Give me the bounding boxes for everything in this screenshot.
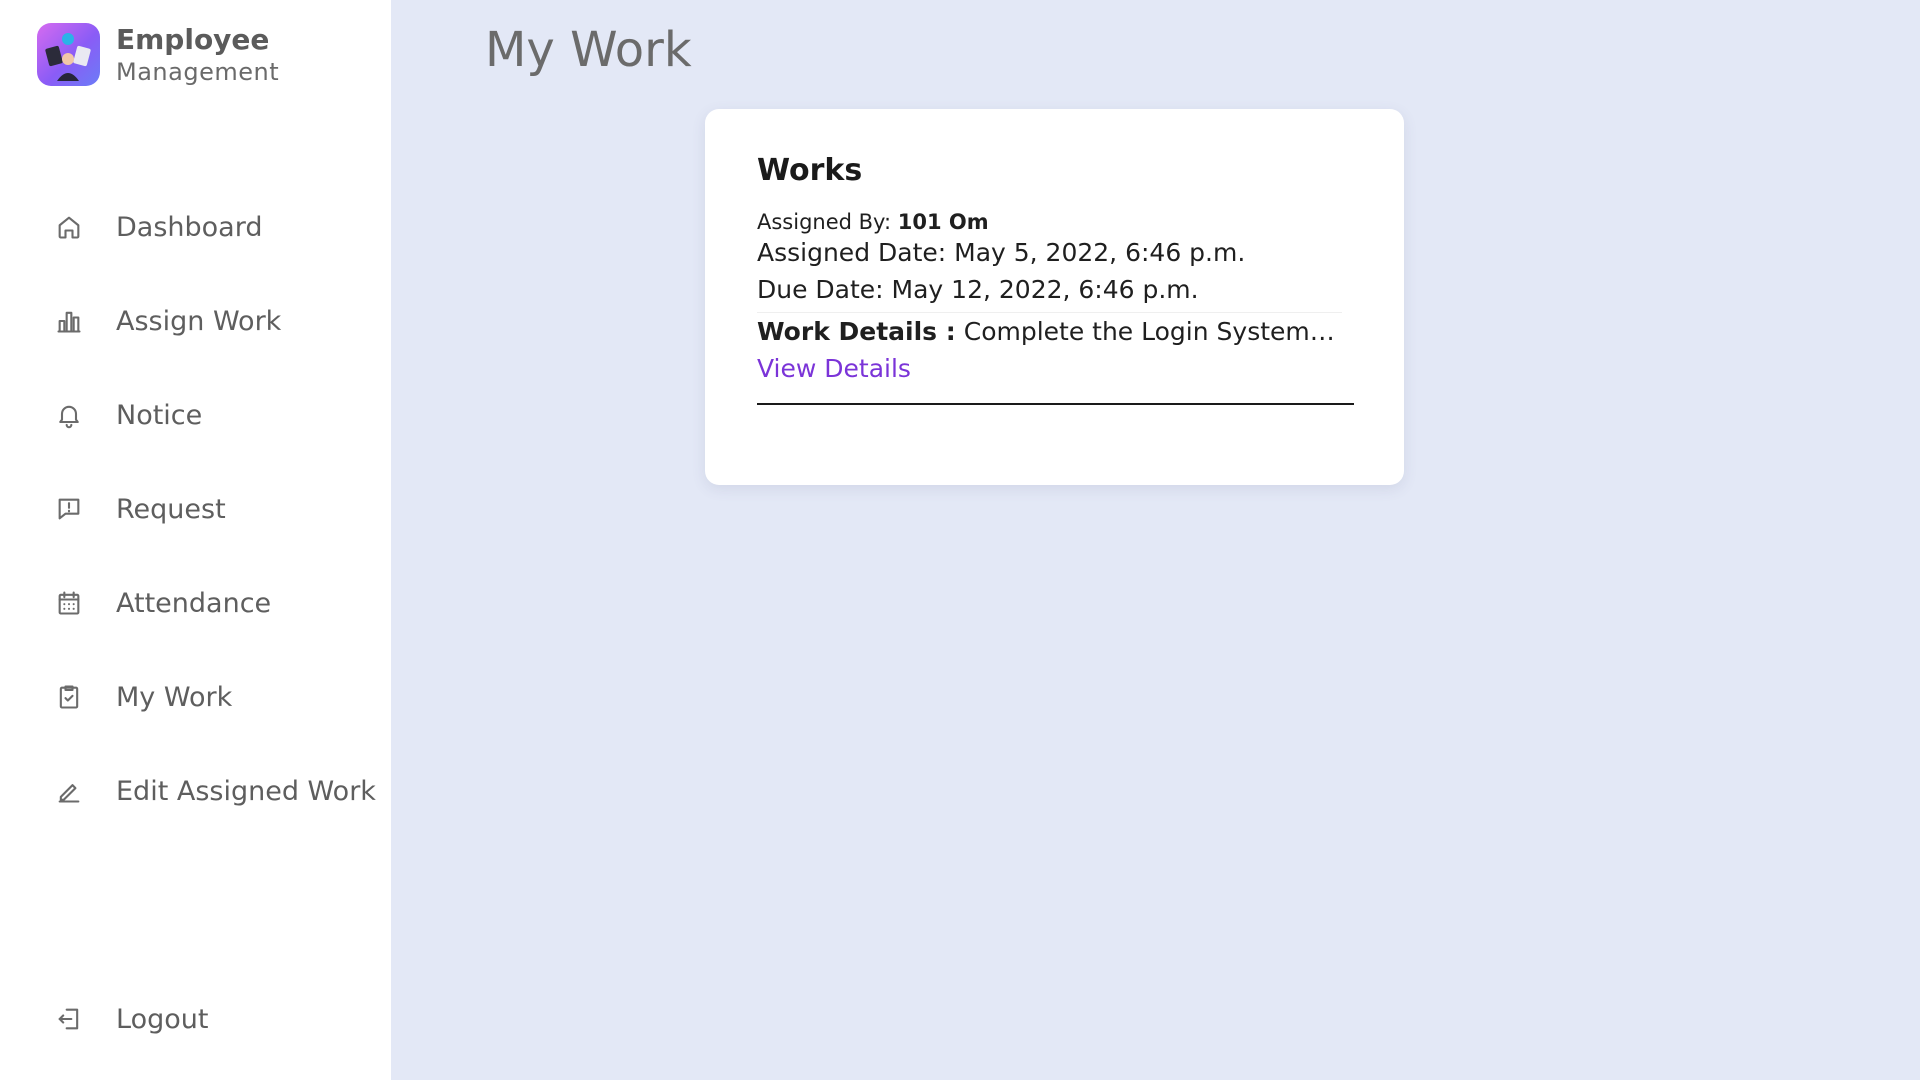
sidebar-item-request[interactable]: Request (0, 462, 391, 556)
assigned-by-value: 101 Om (897, 210, 989, 234)
calendar-icon (54, 588, 84, 618)
message-alert-icon (54, 494, 84, 524)
logout-icon (54, 1004, 84, 1034)
sidebar-item-assign-work[interactable]: Assign Work (0, 274, 391, 368)
assigned-by: Assigned By: 101 Om (757, 210, 1354, 234)
sidebar-item-attendance[interactable]: Attendance (0, 556, 391, 650)
logout-label: Logout (116, 1003, 209, 1035)
app-logo-icon (37, 23, 100, 86)
work-details-label: Work Details : (757, 317, 956, 346)
sidebar-item-label: Request (116, 493, 226, 525)
sidebar-item-notice[interactable]: Notice (0, 368, 391, 462)
divider (757, 403, 1354, 405)
due-date: Due Date: May 12, 2022, 6:46 p.m. (757, 275, 1199, 304)
assigned-by-label: Assigned By: (757, 210, 892, 234)
sidebar-item-label: Dashboard (116, 211, 263, 243)
assigned-date: Assigned Date: May 5, 2022, 6:46 p.m. (757, 238, 1246, 267)
sidebar-item-label: My Work (116, 681, 233, 713)
brand-subtitle: Management (116, 58, 280, 86)
sidebar-item-edit-assigned-work[interactable]: Edit Assigned Work (0, 744, 391, 838)
pencil-icon (54, 776, 84, 806)
sidebar-item-label: Edit Assigned Work (116, 775, 376, 807)
bell-icon (54, 400, 84, 430)
sidebar-item-my-work[interactable]: My Work (0, 650, 391, 744)
brand-title: Employee (116, 23, 270, 56)
view-details-link[interactable]: View Details (757, 354, 911, 383)
bar-chart-icon (54, 306, 84, 336)
work-details: Work Details : Complete the Login System… (757, 312, 1342, 346)
logout-button[interactable]: Logout (0, 972, 391, 1066)
sidebar-item-label: Assign Work (116, 305, 282, 337)
sidebar-nav: Dashboard Assign Work Notice Request Att… (0, 180, 391, 838)
work-card: Works Assigned By: 101 Om Assigned Date:… (705, 109, 1404, 485)
sidebar-item-label: Attendance (116, 587, 272, 619)
work-details-value: Complete the Login System Wit... (963, 317, 1342, 346)
main-content: My Work Works Assigned By: 101 Om Assign… (391, 0, 1920, 1080)
sidebar-item-label: Notice (116, 399, 203, 431)
card-title: Works (757, 153, 863, 188)
sidebar-item-dashboard[interactable]: Dashboard (0, 180, 391, 274)
home-icon (54, 212, 84, 242)
sidebar: Employee Management Dashboard Assign Wor… (0, 0, 391, 1080)
page-title: My Work (485, 22, 692, 78)
brand[interactable]: Employee Management (37, 22, 279, 87)
clipboard-check-icon (54, 682, 84, 712)
